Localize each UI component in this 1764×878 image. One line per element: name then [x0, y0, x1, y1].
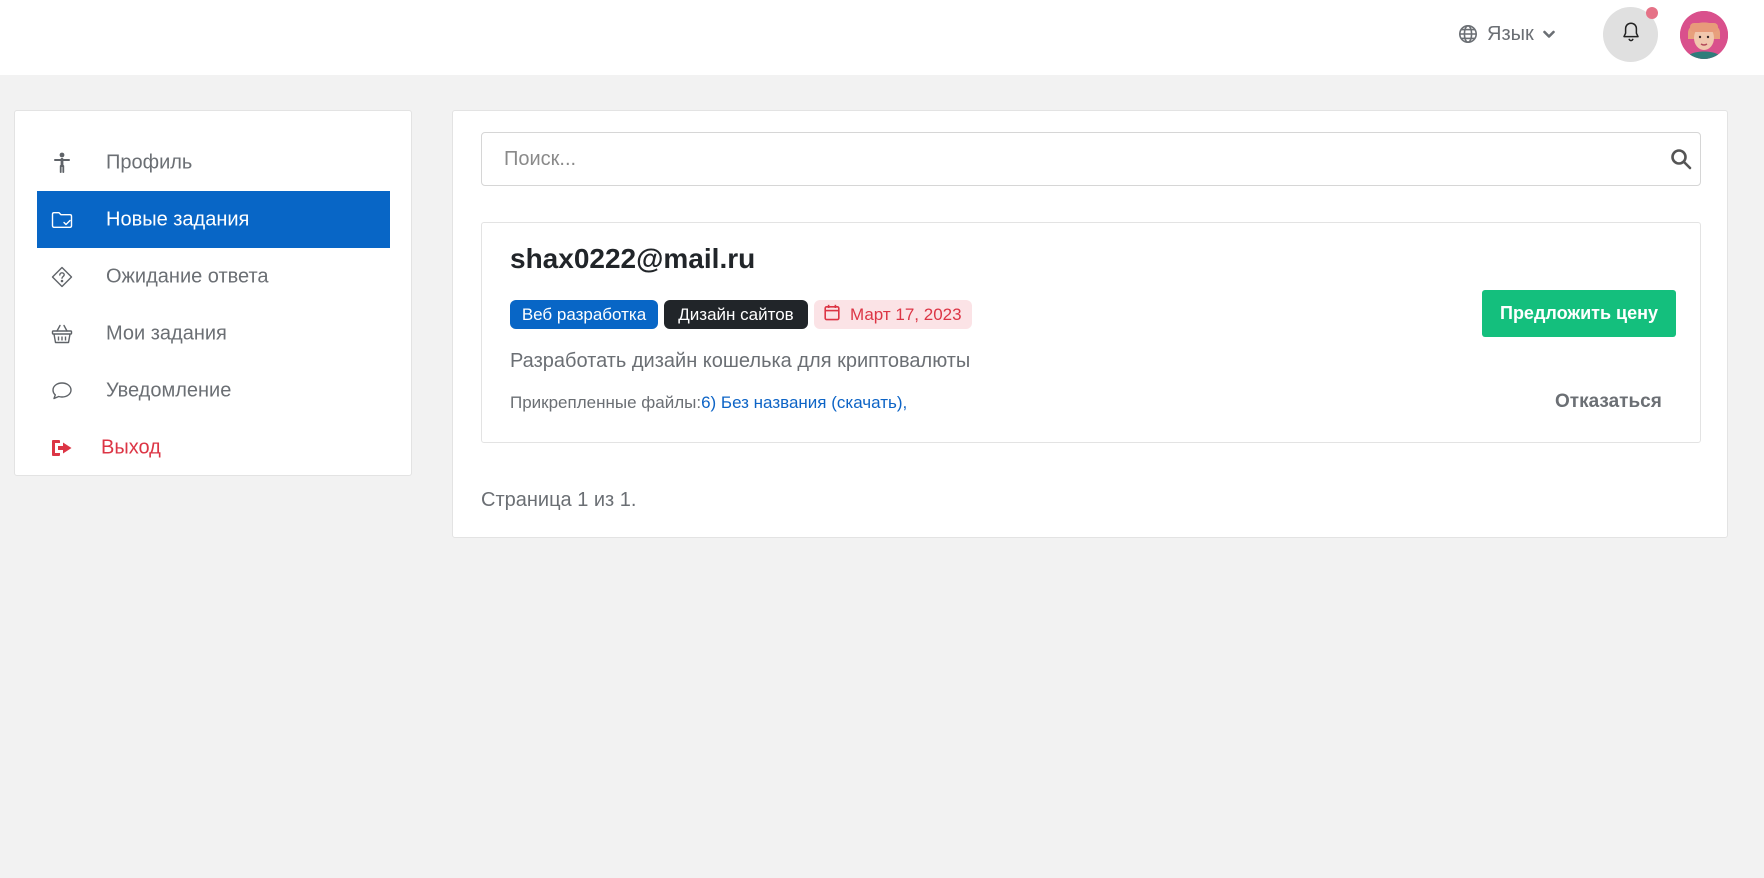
- sidebar-item-label: Профиль: [106, 151, 193, 173]
- notification-badge: [1646, 7, 1658, 19]
- category-badge: Веб разработка: [510, 300, 658, 329]
- person-icon: [51, 152, 73, 174]
- sidebar-item-profile[interactable]: Профиль: [37, 134, 390, 191]
- globe-icon: [1458, 24, 1478, 44]
- pagination-info: Страница 1 из 1.: [481, 489, 637, 511]
- language-selector[interactable]: Язык: [1458, 20, 1555, 48]
- sidebar-item-label: Ожидание ответа: [106, 265, 269, 287]
- chevron-down-icon: [1542, 30, 1555, 39]
- file-download-link[interactable]: 6) Без названия (скачать),: [701, 393, 907, 412]
- task-title: shax0222@mail.ru: [510, 243, 756, 274]
- folder-check-icon: [51, 209, 73, 231]
- sidebar-item-new-tasks[interactable]: Новые задания: [37, 191, 390, 248]
- avatar[interactable]: [1680, 11, 1728, 59]
- basket-icon: [51, 323, 73, 345]
- category-badge: Дизайн сайтов: [664, 300, 808, 329]
- sidebar: Профиль Новые задания Ожидание ответа Мо…: [14, 110, 412, 476]
- language-label: Язык: [1487, 22, 1534, 45]
- sidebar-item-notifications[interactable]: Уведомление: [37, 362, 390, 419]
- attached-files: Прикрепленные файлы:6) Без названия (ска…: [510, 393, 907, 413]
- task-description: Разработать дизайн кошелька для криптова…: [510, 350, 971, 372]
- sidebar-item-label: Мои задания: [106, 322, 227, 344]
- bell-icon: [1621, 21, 1641, 48]
- search-input[interactable]: [482, 133, 1652, 185]
- task-card: shax0222@mail.ru Веб разработка Дизайн с…: [481, 222, 1701, 443]
- top-bar: Язык: [0, 0, 1764, 75]
- sign-out-icon: [51, 437, 73, 459]
- calendar-icon: [824, 304, 840, 326]
- sidebar-item-label: Новые задания: [106, 208, 250, 230]
- sidebar-item-label: Уведомление: [106, 379, 232, 401]
- task-date: Март 17, 2023: [850, 304, 962, 324]
- chat-bubble-icon: [51, 380, 73, 402]
- date-badge: Март 17, 2023: [814, 300, 972, 329]
- search-box: [481, 132, 1701, 186]
- sidebar-item-logout[interactable]: Выход: [37, 419, 390, 476]
- sidebar-item-label: Выход: [101, 436, 161, 458]
- offer-price-button[interactable]: Предложить цену: [1482, 290, 1676, 337]
- sidebar-item-my-tasks[interactable]: Мои задания: [37, 305, 390, 362]
- attached-files-label: Прикрепленные файлы:: [510, 393, 702, 412]
- sidebar-item-awaiting-response[interactable]: Ожидание ответа: [37, 248, 390, 305]
- reject-button[interactable]: Отказаться: [1555, 391, 1662, 413]
- question-tag-icon: [51, 266, 73, 288]
- main-panel: shax0222@mail.ru Веб разработка Дизайн с…: [452, 110, 1728, 538]
- search-icon[interactable]: [1670, 148, 1692, 170]
